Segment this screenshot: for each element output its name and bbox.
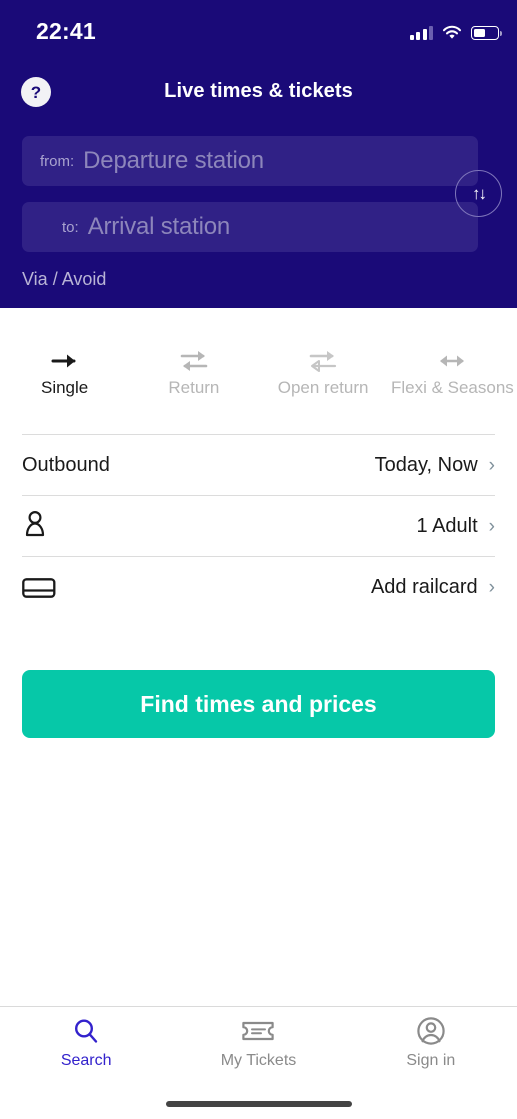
open-swap-arrows-icon bbox=[306, 344, 340, 378]
railcard-row[interactable]: Add railcard › bbox=[22, 557, 495, 618]
double-arrow-icon bbox=[435, 344, 469, 378]
passengers-value: 1 Adult bbox=[416, 514, 478, 537]
app-root: 22:41 ? Live times & tickets from: Depar… bbox=[0, 0, 517, 1119]
arrival-station-placeholder: Arrival station bbox=[87, 213, 231, 240]
chevron-right-icon: › bbox=[488, 515, 495, 537]
wifi-icon bbox=[442, 25, 462, 40]
outbound-value: Today, Now bbox=[374, 453, 478, 476]
tab-single[interactable]: Single bbox=[0, 330, 129, 435]
nav-item-sign-in-label: Sign in bbox=[406, 1052, 456, 1069]
header-panel: 22:41 ? Live times & tickets from: Depar… bbox=[0, 0, 517, 308]
nav-item-sign-in[interactable]: Sign in bbox=[345, 1015, 517, 1079]
search-icon bbox=[71, 1015, 101, 1047]
via-avoid-link[interactable]: Via / Avoid bbox=[22, 269, 106, 290]
railcard-icon bbox=[22, 575, 56, 601]
nav-item-my-tickets[interactable]: My Tickets bbox=[172, 1015, 344, 1079]
chevron-right-icon: › bbox=[488, 577, 495, 598]
railcard-value: Add railcard bbox=[370, 576, 478, 598]
page-title: Live times & tickets bbox=[164, 80, 353, 102]
status-bar: 22:41 bbox=[0, 0, 517, 56]
swap-arrows-icon bbox=[177, 344, 211, 378]
departure-station-placeholder: Departure station bbox=[83, 147, 264, 174]
tab-open-return[interactable]: Open return bbox=[259, 330, 388, 435]
ticket-type-tabs: Single Return Open return Flexi & Season… bbox=[0, 330, 517, 435]
search-options-list: Outbound Today, Now › 1 Adult › Add rail… bbox=[0, 435, 517, 618]
arrival-station-field[interactable]: to: Arrival station bbox=[22, 202, 478, 252]
battery-icon bbox=[471, 26, 502, 40]
swap-arrows-icon: ↑↓ bbox=[472, 183, 487, 203]
tab-open-return-label: Open return bbox=[277, 378, 369, 397]
from-label: from: bbox=[40, 152, 75, 170]
chevron-right-icon: › bbox=[488, 454, 495, 476]
nav-item-search[interactable]: Search bbox=[0, 1015, 172, 1079]
status-bar-indicators bbox=[409, 20, 502, 40]
home-indicator bbox=[165, 1101, 352, 1107]
status-bar-clock: 22:41 bbox=[36, 18, 96, 44]
tab-flexi-seasons[interactable]: Flexi & Seasons bbox=[388, 330, 517, 435]
tab-return[interactable]: Return bbox=[129, 330, 258, 435]
nav-item-my-tickets-label: My Tickets bbox=[220, 1052, 297, 1069]
bottom-navigation: Search My Tickets Sign in bbox=[0, 1006, 517, 1119]
arrow-right-icon bbox=[50, 344, 80, 378]
nav-item-search-label: Search bbox=[60, 1052, 112, 1069]
departure-station-field[interactable]: from: Departure station bbox=[22, 136, 478, 186]
tab-return-label: Return bbox=[168, 378, 220, 397]
tab-single-label: Single bbox=[40, 378, 89, 397]
tab-flexi-seasons-label: Flexi & Seasons bbox=[390, 378, 514, 397]
ticket-icon bbox=[241, 1015, 275, 1047]
cellular-signal-icon bbox=[409, 25, 433, 40]
outbound-row[interactable]: Outbound Today, Now › bbox=[22, 435, 495, 496]
swap-stations-button[interactable]: ↑↓ bbox=[455, 170, 502, 217]
outbound-label: Outbound bbox=[22, 453, 110, 476]
find-times-and-prices-button[interactable]: Find times and prices bbox=[22, 670, 495, 738]
passengers-row[interactable]: 1 Adult › bbox=[22, 496, 495, 557]
passenger-icon bbox=[22, 510, 48, 542]
to-label: to: bbox=[62, 218, 79, 236]
account-icon bbox=[416, 1015, 446, 1047]
